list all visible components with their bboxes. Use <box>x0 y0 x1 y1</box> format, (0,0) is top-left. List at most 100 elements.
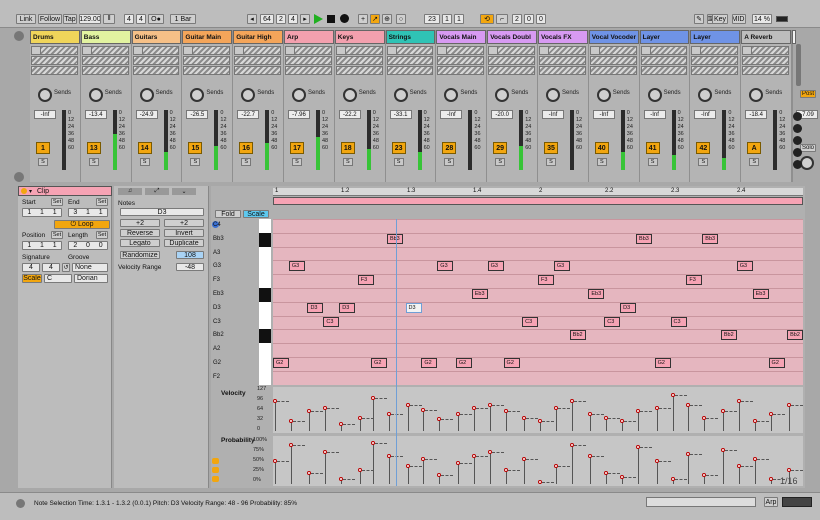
clip-slot[interactable] <box>742 56 789 65</box>
solo-button[interactable]: S <box>596 158 607 166</box>
randomize-button[interactable]: Randomize <box>120 251 160 259</box>
clip-slot[interactable] <box>539 66 586 75</box>
clip-slot[interactable] <box>285 56 332 65</box>
midi-note[interactable]: Bb2 <box>787 330 803 341</box>
follow-button[interactable]: Follow <box>38 14 62 24</box>
volume-field[interactable]: -13.4 <box>84 110 107 119</box>
track-header[interactable]: Vocal Vocoder <box>588 30 639 44</box>
piano-key[interactable] <box>259 232 271 247</box>
track-selector[interactable] <box>782 497 812 507</box>
clip-slot[interactable] <box>132 66 180 75</box>
midi-note[interactable]: D3 <box>339 302 356 313</box>
midi-note[interactable]: Bb2 <box>720 330 737 341</box>
send-knob-icon[interactable] <box>596 88 611 102</box>
volume-field[interactable]: -Inf <box>592 110 615 119</box>
lane-toggle-icon-2[interactable] <box>212 467 219 473</box>
volume-field[interactable]: -Inf <box>440 110 463 119</box>
arrangement-overdub-icon[interactable]: ◂ <box>247 14 257 24</box>
volume-field[interactable]: -20.0 <box>491 110 514 119</box>
velocity-range-field[interactable]: -48 <box>176 263 204 271</box>
transform-tab-icon[interactable]: ⌄ <box>172 188 196 195</box>
send-knob-icon[interactable] <box>698 88 713 102</box>
clip-slot[interactable] <box>640 56 688 65</box>
automation-arm-icon[interactable]: ↗ <box>370 14 380 24</box>
volume-field[interactable]: -22.2 <box>338 110 361 119</box>
clip-header[interactable]: ▾ Clip <box>18 186 112 196</box>
piano-key[interactable] <box>259 260 271 275</box>
solo-button[interactable]: S <box>444 158 455 166</box>
track-header[interactable]: Guitar Main <box>182 30 233 44</box>
track-activator-button[interactable]: 18 <box>340 142 355 154</box>
piano-key[interactable] <box>259 219 271 233</box>
loop-length-beat[interactable]: 0 <box>524 14 534 24</box>
volume-field[interactable]: -Inf <box>643 110 666 119</box>
track-activator-button[interactable]: 17 <box>290 142 304 154</box>
lane-toggle-icon[interactable] <box>212 458 219 464</box>
volume-field[interactable]: -22.7 <box>237 110 260 119</box>
send-knob-icon[interactable] <box>190 88 205 102</box>
clip-slot[interactable] <box>335 56 383 65</box>
solo-button[interactable]: S <box>647 158 658 166</box>
clip-slot[interactable] <box>386 56 434 65</box>
midi-note[interactable]: G3 <box>288 261 305 272</box>
clip-stop-icon[interactable] <box>132 46 143 55</box>
midi-note[interactable]: G3 <box>487 261 504 272</box>
midi-note[interactable]: G2 <box>503 358 520 368</box>
send-knob-icon[interactable] <box>342 88 357 102</box>
midi-note[interactable]: C3 <box>522 316 539 327</box>
track-header[interactable]: Layer <box>639 30 690 44</box>
master-header[interactable]: Master <box>792 30 796 44</box>
midi-note[interactable]: G3 <box>736 261 753 272</box>
midi-note[interactable]: G2 <box>371 358 388 368</box>
lane-toggle-icon-3[interactable] <box>212 476 219 482</box>
clip-stop-icon[interactable] <box>742 46 753 55</box>
solo-button[interactable]: S <box>88 158 99 166</box>
loop-length-bar[interactable]: 2 <box>512 14 522 24</box>
midi-note[interactable]: Eb3 <box>752 289 769 299</box>
clip-stop-icon[interactable] <box>285 46 295 55</box>
solo-button[interactable]: S <box>342 158 353 166</box>
envelope-tab-icon[interactable]: ⤢ <box>145 188 169 195</box>
track-header[interactable]: Guitar High <box>233 30 283 44</box>
piano-key[interactable] <box>259 246 271 261</box>
randomize-amount-field[interactable]: 108 <box>176 251 204 259</box>
sig-denominator[interactable]: 4 <box>136 14 146 24</box>
solo-button[interactable]: S <box>190 158 201 166</box>
groove-select[interactable]: None <box>72 263 108 272</box>
track-activator-button[interactable]: 1 <box>36 142 50 154</box>
midi-note[interactable]: F3 <box>686 275 703 286</box>
mixer-toggle-icon[interactable] <box>793 148 802 157</box>
end-set-button[interactable]: Set <box>96 198 108 206</box>
groove-hot-swap-icon[interactable]: ↺ <box>62 263 70 272</box>
clip-slot[interactable] <box>234 66 281 75</box>
midi-note[interactable]: C3 <box>604 316 621 327</box>
clip-slot[interactable] <box>31 56 78 65</box>
track-header[interactable]: Drums <box>30 30 80 44</box>
midi-note[interactable]: G3 <box>437 261 454 272</box>
midi-note[interactable]: Eb3 <box>471 289 488 299</box>
record-icon[interactable] <box>340 14 349 23</box>
piano-key[interactable] <box>259 301 271 316</box>
fold-button[interactable]: Fold <box>215 210 241 218</box>
piano-key[interactable] <box>259 370 271 385</box>
end-field[interactable]: 3 1 1 <box>68 208 108 217</box>
track-activator-button[interactable]: 14 <box>137 142 152 154</box>
send-knob-icon[interactable] <box>139 88 154 102</box>
midi-note[interactable]: Bb3 <box>702 233 719 244</box>
clip-slot[interactable] <box>81 66 129 75</box>
sig-num-field[interactable]: 4 <box>22 263 40 272</box>
stop-icon[interactable] <box>327 15 335 23</box>
volume-field[interactable]: -7.96 <box>288 110 310 119</box>
clip-slot[interactable] <box>132 56 180 65</box>
midi-note[interactable]: G3 <box>553 261 570 272</box>
scale-button[interactable]: Scale <box>243 210 269 218</box>
loop-start-beat[interactable]: 1 <box>442 14 452 24</box>
start-set-button[interactable]: Set <box>51 198 63 206</box>
midi-note[interactable]: C3 <box>323 316 340 327</box>
midi-note[interactable]: C3 <box>670 316 687 327</box>
clip-slot[interactable] <box>183 66 231 75</box>
track-header[interactable]: Arp <box>284 30 334 44</box>
midi-note[interactable]: D3 <box>307 302 324 313</box>
clip-stop-icon[interactable] <box>539 46 549 55</box>
probability-lane[interactable] <box>273 436 804 486</box>
